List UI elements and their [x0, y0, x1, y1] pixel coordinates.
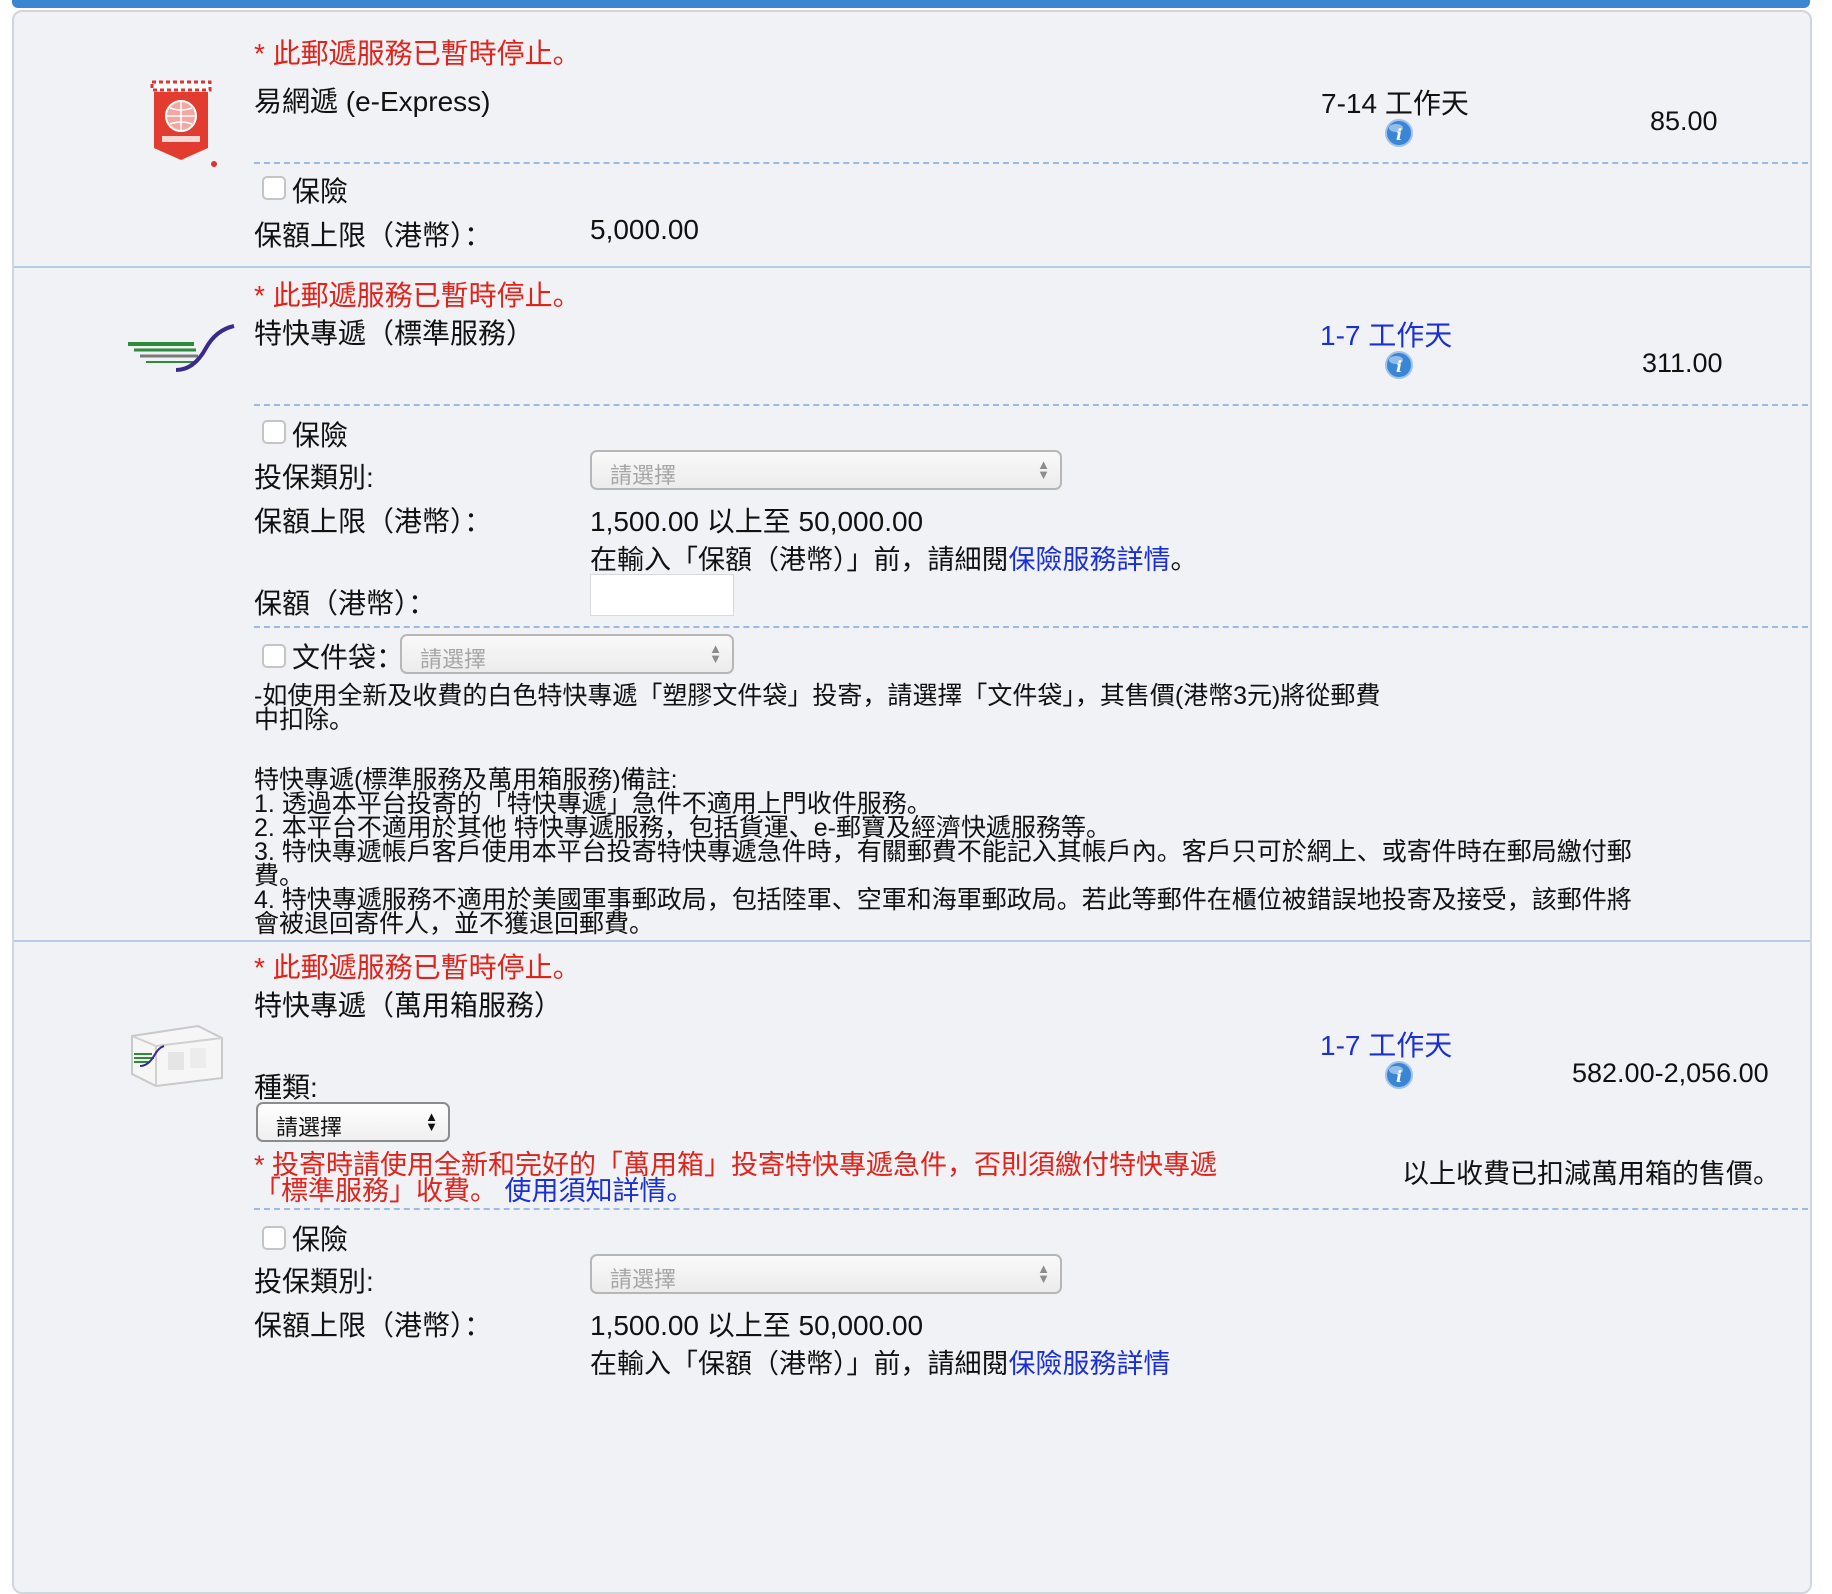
envelope-label: 文件袋： [292, 642, 405, 673]
warning-line: * 投寄時請使用全新和完好的「萬用箱」投寄特快專遞急件，否則須繳付特快專遞 [254, 1150, 1218, 1180]
delivery-time[interactable]: 1-7 工作天 [1320, 314, 1452, 354]
service-price: 85.00 [1650, 106, 1718, 136]
warning-line: 「標準服務」收費。 [254, 1176, 497, 1206]
remark-line: 費。 [254, 862, 305, 890]
kind-select[interactable]: 請選擇 ▲ ▼ [256, 1102, 450, 1142]
service-separator [14, 266, 1810, 268]
remark-line: 1. 透過本平台投寄的「特快專遞」急件不適用上門收件服務。 [254, 790, 932, 818]
insure-type-select[interactable]: 請選擇 ▲ ▼ [590, 1254, 1062, 1294]
select-placeholder: 請選擇 [610, 463, 677, 488]
divider [254, 1208, 1808, 1210]
insurance-label: 保險 [292, 176, 349, 207]
select-arrows-icon: ▲ ▼ [1037, 457, 1050, 482]
insure-type-label: 投保類別: [254, 1266, 374, 1297]
insured-amount-label: 保額（港幣）： [254, 588, 437, 619]
insurance-label: 保險 [292, 1224, 349, 1255]
insure-type-select[interactable]: 請選擇 ▲ ▼ [590, 450, 1062, 490]
detail-suffix: 。 [1170, 545, 1198, 575]
service-separator [14, 940, 1810, 942]
service-name: 特快專遞（標準服務） [254, 318, 535, 349]
insurance-detail-text: 在輸入「保額（港幣）」前，請細閱保險服務詳情 [590, 1342, 1171, 1381]
insured-limit-value: 5,000.00 [590, 214, 699, 245]
envelope-note-line: 中扣除。 [254, 706, 355, 734]
speedpost-remarks: 特快專遞(標準服務及萬用箱服務)備註: 1. 透過本平台投寄的「特快專遞」急件不… [254, 766, 1632, 938]
kind-label: 種類: [254, 1072, 318, 1103]
select-placeholder: 請選擇 [610, 1267, 677, 1292]
select-arrows-icon: ▲ ▼ [1037, 1261, 1050, 1286]
insured-limit-label: 保額上限（港幣）： [254, 1310, 493, 1341]
envelope-note-line: -如使用全新及收費的白色特快專遞「塑膠文件袋」投寄，請選擇「文件袋」，其售價(港… [254, 682, 1381, 710]
service-name: 易網遞 (e-Express) [254, 86, 491, 117]
delivery-time: 7-14 工作天 [1321, 88, 1469, 119]
detail-prefix: 在輸入「保額（港幣）」前，請細閱 [590, 545, 1009, 575]
remark-line: 4. 特快專遞服務不適用於美國軍事郵政局，包括陸軍、空軍和海軍郵政局。若此等郵件… [254, 886, 1632, 914]
divider [254, 626, 1808, 628]
select-placeholder: 請選擇 [420, 647, 487, 672]
divider [254, 162, 1808, 164]
speedpost-logo-icon [128, 324, 235, 372]
insure-type-label: 投保類別: [254, 462, 374, 493]
usage-detail-link[interactable]: 使用須知詳情。 [505, 1176, 694, 1206]
insured-limit-label: 保額上限（港幣）： [254, 506, 493, 537]
delivery-time[interactable]: 1-7 工作天 [1320, 1024, 1452, 1064]
insurance-detail-link[interactable]: 保險服務詳情 [1009, 545, 1171, 575]
insurance-checkbox[interactable] [262, 420, 286, 444]
detail-prefix: 在輸入「保額（港幣）」前，請細閱 [590, 1349, 1009, 1379]
remark-line: 2. 本平台不適用於其他 特快專遞服務，包括貨運、e-郵寶及經濟快遞服務等。 [254, 814, 1111, 842]
box-usage-warning: * 投寄時請使用全新和完好的「萬用箱」投寄特快專遞急件，否則須繳付特快專遞 「標… [254, 1150, 1218, 1206]
remarks-title: 特快專遞(標準服務及萬用箱服務)備註: [254, 766, 678, 794]
service-suspended-notice: * 此郵遞服務已暫時停止。 [254, 952, 581, 983]
insured-limit-value: 1,500.00 以上至 50,000.00 [590, 506, 924, 537]
divider [254, 404, 1808, 406]
remark-line: 3. 特快專遞帳戶客戶使用本平台投寄特快專遞急件時，有關郵費不能記入其帳戶內。客… [254, 838, 1632, 866]
envelope-checkbox[interactable] [262, 644, 286, 668]
service-suspended-notice: * 此郵遞服務已暫時停止。 [254, 38, 581, 69]
info-icon[interactable]: i [1384, 350, 1414, 380]
service-price: 582.00-2,056.00 [1572, 1058, 1769, 1088]
insurance-checkbox[interactable] [262, 1226, 286, 1250]
envelope-note: -如使用全新及收費的白色特快專遞「塑膠文件袋」投寄，請選擇「文件袋」，其售價(港… [254, 682, 1381, 734]
service-suspended-notice: * 此郵遞服務已暫時停止。 [254, 280, 581, 311]
remark-line: 會被退回寄件人，並不獲退回郵費。 [254, 910, 655, 938]
insured-limit-label: 保額上限（港幣）： [254, 220, 493, 251]
info-icon[interactable]: i [1384, 1060, 1414, 1090]
service-name: 特快專遞（萬用箱服務） [254, 990, 563, 1021]
header-accent-bar [12, 0, 1810, 8]
e-express-logo-icon [150, 80, 217, 167]
insurance-label: 保險 [292, 420, 349, 451]
select-arrows-icon: ▲ ▼ [709, 641, 722, 666]
select-value: 請選擇 [276, 1115, 343, 1140]
insurance-checkbox[interactable] [262, 176, 286, 200]
insurance-detail-link[interactable]: 保險服務詳情 [1009, 1349, 1171, 1379]
insured-limit-value: 1,500.00 以上至 50,000.00 [590, 1310, 924, 1341]
select-arrows-icon: ▲ ▼ [425, 1109, 438, 1134]
svg-text:i: i [1396, 357, 1402, 376]
service-price: 311.00 [1642, 348, 1723, 378]
envelope-select[interactable]: 請選擇 ▲ ▼ [400, 634, 734, 674]
svg-text:i: i [1396, 1067, 1402, 1086]
price-note: 以上收費已扣減萬用箱的售價。 [1402, 1159, 1780, 1189]
postal-services-panel: * 此郵遞服務已暫時停止。 易網遞 (e-Express) 7-14 工作天 i… [12, 10, 1812, 1594]
insurance-detail-text: 在輸入「保額（港幣）」前，請細閱保險服務詳情。 [590, 538, 1198, 577]
info-icon[interactable]: i [1384, 118, 1414, 148]
insured-amount-input[interactable] [590, 574, 734, 616]
svg-text:i: i [1396, 125, 1402, 144]
speedpost-box-logo-icon [131, 1024, 223, 1088]
